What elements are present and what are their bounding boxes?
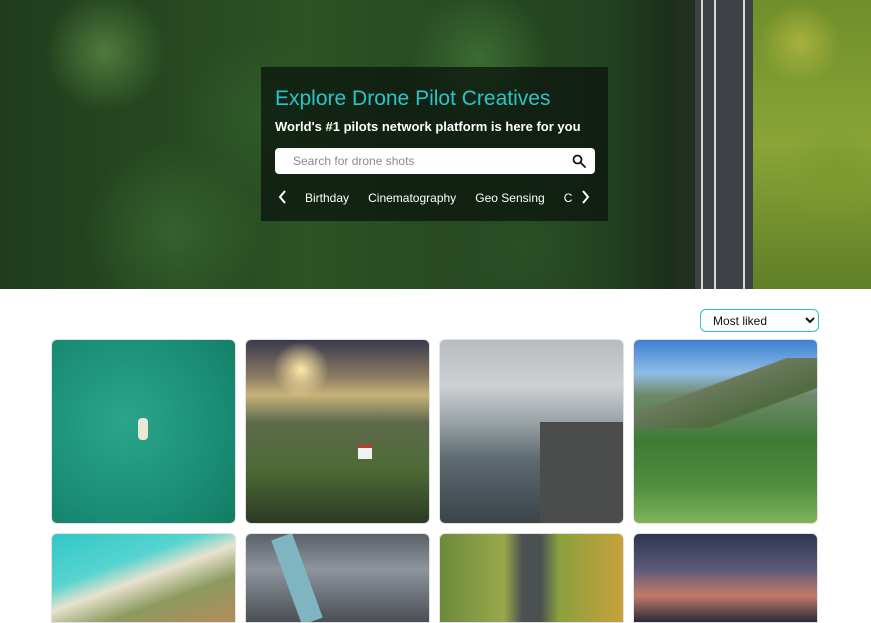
category-carousel: Birthday Cinematography Geo Sensing Cons…: [297, 187, 572, 207]
gallery-item[interactable]: [439, 339, 624, 524]
search-input[interactable]: [293, 152, 563, 170]
gallery-item[interactable]: [51, 339, 236, 524]
hero-subtitle: World's #1 pilots network platform is he…: [275, 119, 581, 134]
category-cinematography[interactable]: Cinematography: [368, 188, 456, 207]
mountain-shape: [634, 358, 817, 428]
sort-select[interactable]: Most liked: [700, 309, 819, 332]
gallery-item[interactable]: [51, 533, 236, 623]
road-edge-line: [714, 0, 716, 289]
lighthouse-shape: [358, 445, 372, 459]
search-box: [275, 148, 595, 174]
category-geo-sensing[interactable]: Geo Sensing: [475, 188, 544, 207]
gallery-item[interactable]: [633, 533, 818, 623]
boat-shape: [138, 418, 148, 440]
gallery-item[interactable]: [245, 533, 430, 623]
tower-shape: [271, 534, 323, 622]
sun-glow: [271, 340, 331, 400]
gallery-item[interactable]: [633, 339, 818, 524]
chevron-left-icon[interactable]: [275, 187, 291, 207]
hero-title: Explore Drone Pilot Creatives: [275, 87, 551, 110]
category-construction[interactable]: Construction: [564, 188, 572, 207]
gallery-item[interactable]: [245, 339, 430, 524]
forest-right: [753, 0, 871, 289]
cliff-shape: [540, 422, 623, 523]
road-edge-line: [743, 0, 745, 289]
chevron-right-icon[interactable]: [577, 187, 593, 207]
search-icon[interactable]: [572, 154, 586, 168]
aerial-road: [695, 0, 753, 289]
road-edge-line: [701, 0, 703, 289]
category-birthday[interactable]: Birthday: [305, 188, 349, 207]
gallery-item[interactable]: [439, 533, 624, 623]
